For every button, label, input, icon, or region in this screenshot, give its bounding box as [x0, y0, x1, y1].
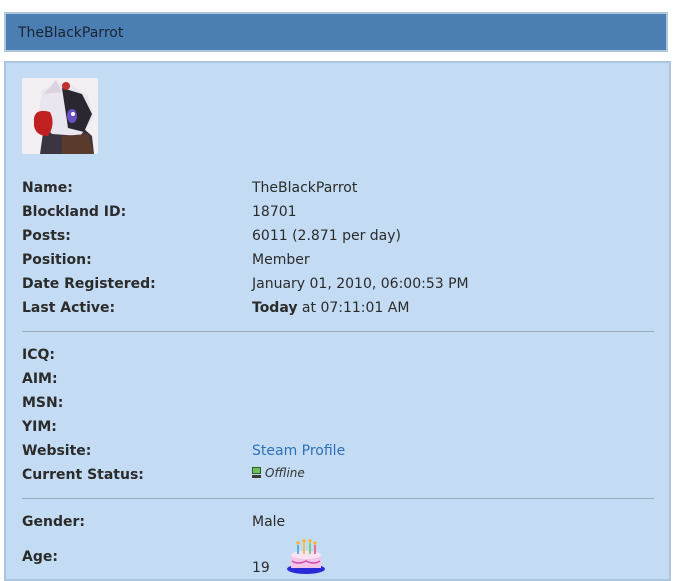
- current-status-label: Current Status:: [22, 467, 144, 483]
- header-title: TheBlackParrot: [18, 25, 124, 41]
- last-active-label: Last Active:: [22, 300, 116, 316]
- posts-label: Posts:: [22, 228, 71, 244]
- last-active-row: Last Active: Today at 07:11:01 AM: [22, 300, 662, 322]
- name-row: Name: TheBlackParrot: [22, 180, 662, 202]
- status-text: Offline: [265, 466, 305, 480]
- birthday-cake-icon: [287, 539, 325, 574]
- user-avatar: [22, 78, 98, 154]
- position-label: Position:: [22, 252, 92, 268]
- last-active-value: Today at 07:11:01 AM: [252, 300, 409, 316]
- position-row: Position: Member: [22, 252, 662, 274]
- position-value: Member: [252, 252, 310, 268]
- profile-panel: Name: TheBlackParrot Blockland ID: 18701…: [4, 61, 671, 581]
- website-label: Website:: [22, 443, 92, 459]
- icq-row: ICQ:: [22, 347, 662, 369]
- date-registered-value: January 01, 2010, 06:00:53 PM: [252, 276, 469, 292]
- last-active-day: Today: [252, 300, 298, 316]
- offline-computer-icon: [252, 467, 261, 478]
- date-registered-label: Date Registered:: [22, 276, 156, 292]
- section-divider: [22, 498, 654, 499]
- yim-label: YIM:: [22, 419, 57, 435]
- current-status-value: Offline: [252, 465, 305, 481]
- blockland-id-label: Blockland ID:: [22, 204, 127, 220]
- date-registered-row: Date Registered: January 01, 2010, 06:00…: [22, 276, 662, 298]
- blockland-id-value: 18701: [252, 204, 297, 220]
- gender-row: Gender: Male: [22, 514, 662, 536]
- aim-row: AIM:: [22, 371, 662, 393]
- avatar-image: [22, 78, 98, 154]
- msn-label: MSN:: [22, 395, 64, 411]
- yim-row: YIM:: [22, 419, 662, 441]
- last-active-time: at 07:11:01 AM: [297, 300, 410, 316]
- aim-label: AIM:: [22, 371, 58, 387]
- section-divider: [22, 331, 654, 332]
- icq-label: ICQ:: [22, 347, 55, 363]
- gender-value: Male: [252, 514, 286, 530]
- profile-header: TheBlackParrot: [4, 12, 668, 52]
- gender-label: Gender:: [22, 514, 85, 530]
- age-row: Age: 19: [22, 539, 662, 576]
- current-status-row: Current Status: Offline: [22, 465, 662, 489]
- steam-profile-link[interactable]: Steam Profile: [252, 443, 345, 459]
- posts-value: 6011 (2.871 per day): [252, 228, 401, 244]
- msn-row: MSN:: [22, 395, 662, 417]
- age-label: Age:: [22, 549, 58, 565]
- blockland-id-row: Blockland ID: 18701: [22, 204, 662, 226]
- posts-row: Posts: 6011 (2.871 per day): [22, 228, 662, 250]
- name-value: TheBlackParrot: [252, 180, 358, 196]
- website-value: Steam Profile: [252, 443, 345, 459]
- name-label: Name:: [22, 180, 73, 196]
- website-row: Website: Steam Profile: [22, 443, 662, 465]
